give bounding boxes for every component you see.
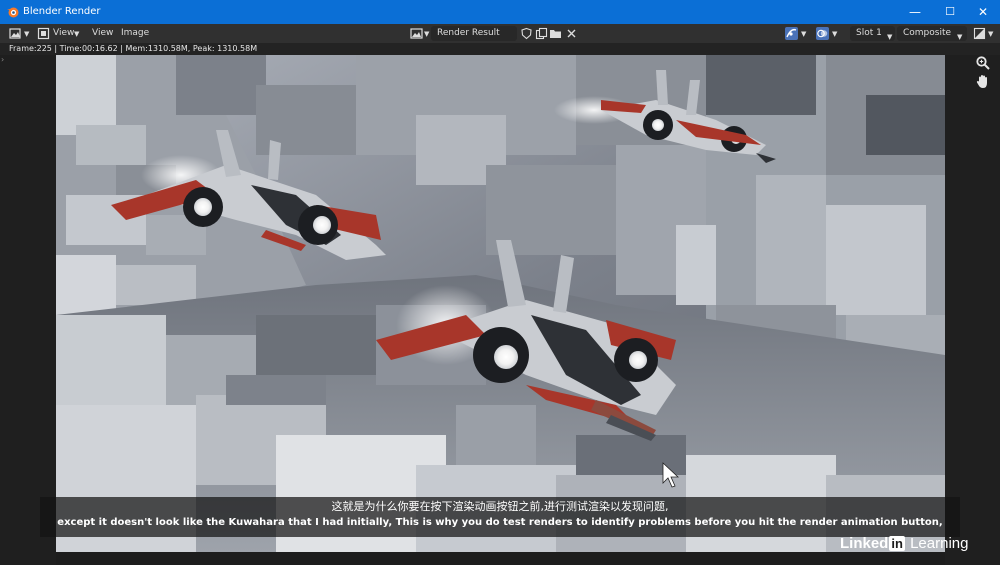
render-layer-label: Composite <box>903 28 952 38</box>
watermark-linked: Linked <box>840 535 889 552</box>
image-browse-icon[interactable] <box>410 27 423 40</box>
hand-icon[interactable] <box>975 73 991 89</box>
render-result-viewport[interactable] <box>56 55 945 552</box>
render-layer-dropdown[interactable]: Composite ▼ <box>897 26 967 41</box>
chevron-down-icon: ▼ <box>832 30 838 38</box>
slot-label: Slot 1 <box>856 28 882 38</box>
chevron-down-icon: ▼ <box>74 30 80 38</box>
menu-view-2[interactable]: View <box>92 26 113 41</box>
chevron-right-icon[interactable]: › <box>1 55 4 64</box>
render-stats-bar: Frame:225 | Time:00:16.62 | Mem:1310.58M… <box>0 43 1000 55</box>
right-tool-column <box>945 55 1000 565</box>
watermark-learning: Learning <box>905 535 969 552</box>
maximize-button[interactable]: ☐ <box>933 0 967 24</box>
fake-user-shield-icon[interactable] <box>520 27 533 40</box>
window-titlebar: Blender Render — ☐ ✕ <box>0 0 1000 24</box>
subtitle-english: except it doesn't look like the Kuwahara… <box>57 517 943 528</box>
menu-image[interactable]: Image <box>121 26 149 41</box>
duplicate-icon[interactable] <box>535 27 548 40</box>
display-channels-icon[interactable] <box>973 27 986 40</box>
image-editor-header: ▼ View ▼ View Image ▼ Render Result ▼ ▼ … <box>0 24 1000 43</box>
image-name-field[interactable]: Render Result <box>431 26 517 41</box>
linkedin-learning-watermark: Linked in Learning <box>840 534 968 554</box>
left-margin: › <box>0 55 56 565</box>
linkedin-logo-icon: in <box>889 536 905 551</box>
subtitle-chinese: 这就是为什么你要在按下渲染动画按钮之前,进行测试渲染以发现问题, <box>331 500 669 513</box>
minimize-button[interactable]: — <box>898 0 932 24</box>
menu-view[interactable]: View <box>53 26 74 41</box>
chevron-down-icon: ▼ <box>24 30 30 38</box>
chevron-down-icon: ▼ <box>801 30 807 38</box>
render-image <box>56 55 945 552</box>
unlink-x-icon[interactable] <box>565 27 578 40</box>
magnifier-icon[interactable] <box>975 55 991 71</box>
image-name-label: Render Result <box>437 28 500 38</box>
gizmo-toggle-icon[interactable] <box>785 27 798 40</box>
window-title: Blender Render <box>23 6 101 17</box>
mode-icon[interactable] <box>37 27 50 40</box>
blender-logo-icon <box>7 7 19 18</box>
overlay-toggle-icon[interactable] <box>816 27 829 40</box>
editor-type-icon[interactable] <box>9 27 22 40</box>
chevron-down-icon: ▼ <box>988 30 994 38</box>
close-button[interactable]: ✕ <box>966 0 1000 24</box>
open-folder-icon[interactable] <box>549 27 562 40</box>
subtitle-overlay: 这就是为什么你要在按下渲染动画按钮之前,进行测试渲染以发现问题, except … <box>40 497 960 537</box>
slot-dropdown[interactable]: Slot 1 ▼ <box>850 26 895 41</box>
render-stats: Frame:225 | Time:00:16.62 | Mem:1310.58M… <box>9 44 258 53</box>
chevron-down-icon: ▼ <box>424 30 430 38</box>
